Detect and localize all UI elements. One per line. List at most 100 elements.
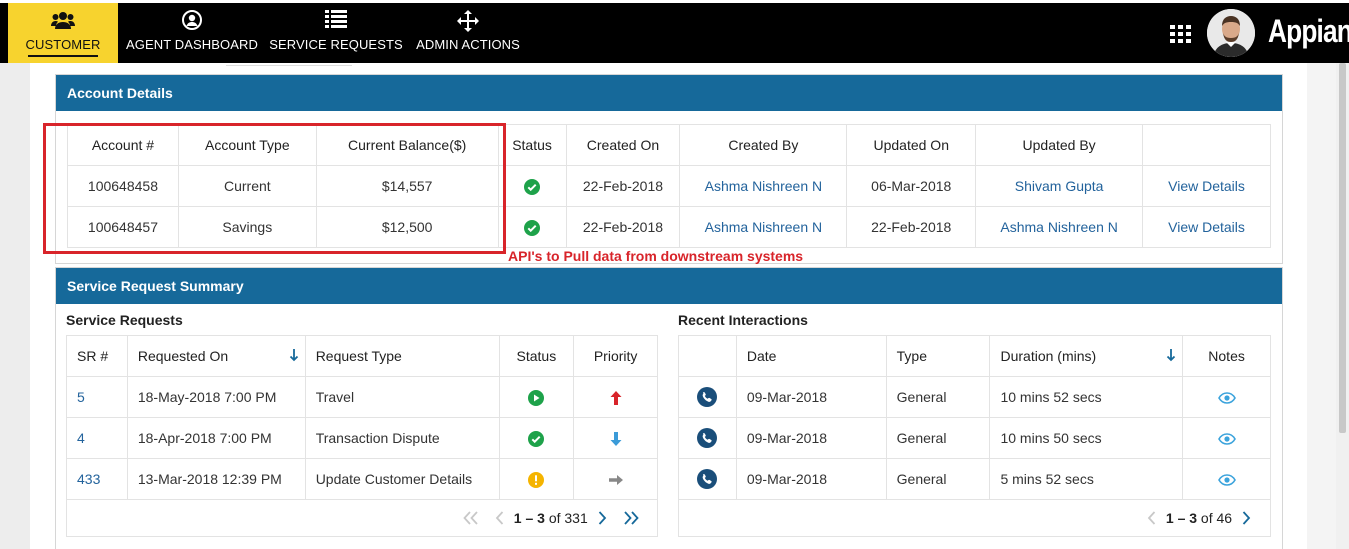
check-circle-icon: [524, 178, 541, 195]
col-notes[interactable]: Notes: [1182, 335, 1271, 377]
interaction-date: 09-Mar-2018: [735, 417, 887, 459]
nav-service-requests-label: SERVICE REQUESTS: [269, 37, 403, 52]
interaction-notes[interactable]: [1182, 417, 1271, 459]
arrow-right-icon: [608, 475, 623, 486]
updated-on: 22-Feb-2018: [846, 206, 977, 248]
list-icon: [325, 10, 347, 28]
col-created-on[interactable]: Created On: [565, 124, 681, 166]
sr-requested-on: 18-May-2018 7:00 PM: [126, 376, 306, 418]
scrollbar-thumb[interactable]: [1339, 63, 1346, 433]
channel: [678, 376, 737, 418]
user-circle-icon: [182, 10, 202, 30]
col-duration-label: Duration (mins): [1000, 348, 1097, 364]
eye-icon[interactable]: [1217, 474, 1236, 487]
sr-priority: [573, 376, 658, 418]
sort-down-icon[interactable]: [289, 349, 299, 363]
col-duration[interactable]: Duration (mins): [989, 335, 1184, 377]
arrow-down-icon: [610, 431, 622, 446]
eye-icon[interactable]: [1217, 392, 1236, 405]
col-updated-by[interactable]: Updated By: [975, 124, 1144, 166]
sr-status: [498, 417, 575, 459]
phone-icon: [697, 387, 718, 407]
play-circle-icon: [528, 389, 545, 406]
col-actions: [1142, 124, 1271, 166]
nav-service-requests[interactable]: SERVICE REQUESTS: [268, 3, 404, 63]
sr-number-link[interactable]: 433: [66, 458, 128, 500]
sr-number-link[interactable]: 5: [66, 376, 128, 418]
nav-customer-label: CUSTOMER: [25, 37, 101, 52]
col-channel: [678, 335, 737, 377]
sr-status: [498, 458, 575, 500]
ri-pager-range: 1 – 3: [1165, 510, 1198, 527]
last-page-icon[interactable]: [623, 511, 639, 525]
created-on: 22-Feb-2018: [565, 206, 681, 248]
account-status: [497, 165, 567, 207]
interaction-notes[interactable]: [1182, 458, 1271, 500]
interaction-duration: 10 mins 50 secs: [989, 417, 1184, 459]
sr-header-row: SR # Requested On Request Type Status Pr…: [66, 335, 658, 377]
interaction-notes[interactable]: [1182, 376, 1271, 418]
top-nav: CUSTOMER AGENT DASHBOARD SERVICE REQUEST…: [0, 0, 1349, 63]
interaction-duration: 5 mins 52 secs: [989, 458, 1184, 500]
col-created-by[interactable]: Created By: [679, 124, 848, 166]
nav-admin-actions[interactable]: ADMIN ACTIONS: [410, 3, 526, 63]
col-updated-on[interactable]: Updated On: [846, 124, 977, 166]
next-page-icon[interactable]: [1242, 511, 1251, 525]
next-page-icon[interactable]: [598, 511, 607, 525]
annotation-text: API's to Pull data from downstream syste…: [508, 248, 804, 264]
col-status[interactable]: Status: [497, 124, 567, 166]
sr-number-link[interactable]: 4: [66, 417, 128, 459]
col-sr-number[interactable]: SR #: [66, 335, 128, 377]
sr-request-type: Transaction Dispute: [304, 417, 500, 459]
created-by-link[interactable]: Ashma Nishreen N: [679, 206, 848, 248]
move-arrows-icon: [457, 10, 479, 32]
users-icon: [51, 12, 75, 29]
scrollbar[interactable]: [1336, 63, 1349, 549]
view-details-link[interactable]: View Details: [1142, 206, 1271, 248]
sr-requested-on: 13-Mar-2018 12:39 PM: [126, 458, 306, 500]
col-type[interactable]: Type: [885, 335, 991, 377]
nav-agent-dashboard[interactable]: AGENT DASHBOARD: [122, 3, 262, 63]
first-page-icon[interactable]: [463, 511, 479, 525]
avatar[interactable]: [1207, 9, 1255, 57]
interaction-duration: 10 mins 52 secs: [989, 376, 1184, 418]
eye-icon[interactable]: [1217, 433, 1236, 446]
col-sr-status[interactable]: Status: [498, 335, 575, 377]
created-by-link[interactable]: Ashma Nishreen N: [679, 165, 848, 207]
sr-pager: 1 – 3 of 331: [463, 509, 639, 526]
created-on: 22-Feb-2018: [565, 165, 681, 207]
interaction-date: 09-Mar-2018: [735, 376, 887, 418]
nav-customer[interactable]: CUSTOMER: [8, 3, 118, 63]
interaction-type: General: [885, 376, 991, 418]
nav-admin-actions-label: ADMIN ACTIONS: [416, 37, 520, 52]
updated-by-link[interactable]: Shivam Gupta: [975, 165, 1144, 207]
table-row: 4 18-Apr-2018 7:00 PM Transaction Disput…: [66, 417, 658, 459]
updated-on: 06-Mar-2018: [846, 165, 977, 207]
prev-page-icon[interactable]: [495, 511, 504, 525]
sr-pager-total: of 331: [548, 510, 588, 527]
check-circle-icon: [524, 219, 541, 236]
apps-grid-icon[interactable]: [1170, 25, 1191, 43]
sort-down-icon[interactable]: [1166, 349, 1176, 363]
ri-header-row: Date Type Duration (mins) Notes: [678, 335, 1271, 377]
service-summary-title: Service Request Summary: [56, 268, 1282, 304]
channel: [678, 417, 737, 459]
check-circle-icon: [528, 430, 545, 447]
sr-request-type: Travel: [304, 376, 500, 418]
updated-by-link[interactable]: Ashma Nishreen N: [975, 206, 1144, 248]
col-priority[interactable]: Priority: [573, 335, 658, 377]
col-date[interactable]: Date: [735, 335, 887, 377]
col-requested-on-label: Requested On: [137, 348, 229, 364]
interaction-type: General: [885, 417, 991, 459]
sr-pager-range: 1 – 3: [513, 510, 545, 527]
col-requested-on[interactable]: Requested On: [126, 335, 306, 377]
view-details-link[interactable]: View Details: [1142, 165, 1271, 207]
ri-pager-total: of 46: [1200, 510, 1233, 527]
arrow-up-icon: [610, 390, 622, 405]
sr-status: [498, 376, 575, 418]
account-details-title: Account Details: [56, 75, 1282, 111]
prev-page-icon[interactable]: [1147, 511, 1156, 525]
tab-remnant: [226, 63, 352, 66]
col-request-type[interactable]: Request Type: [304, 335, 500, 377]
interaction-date: 09-Mar-2018: [735, 458, 887, 500]
